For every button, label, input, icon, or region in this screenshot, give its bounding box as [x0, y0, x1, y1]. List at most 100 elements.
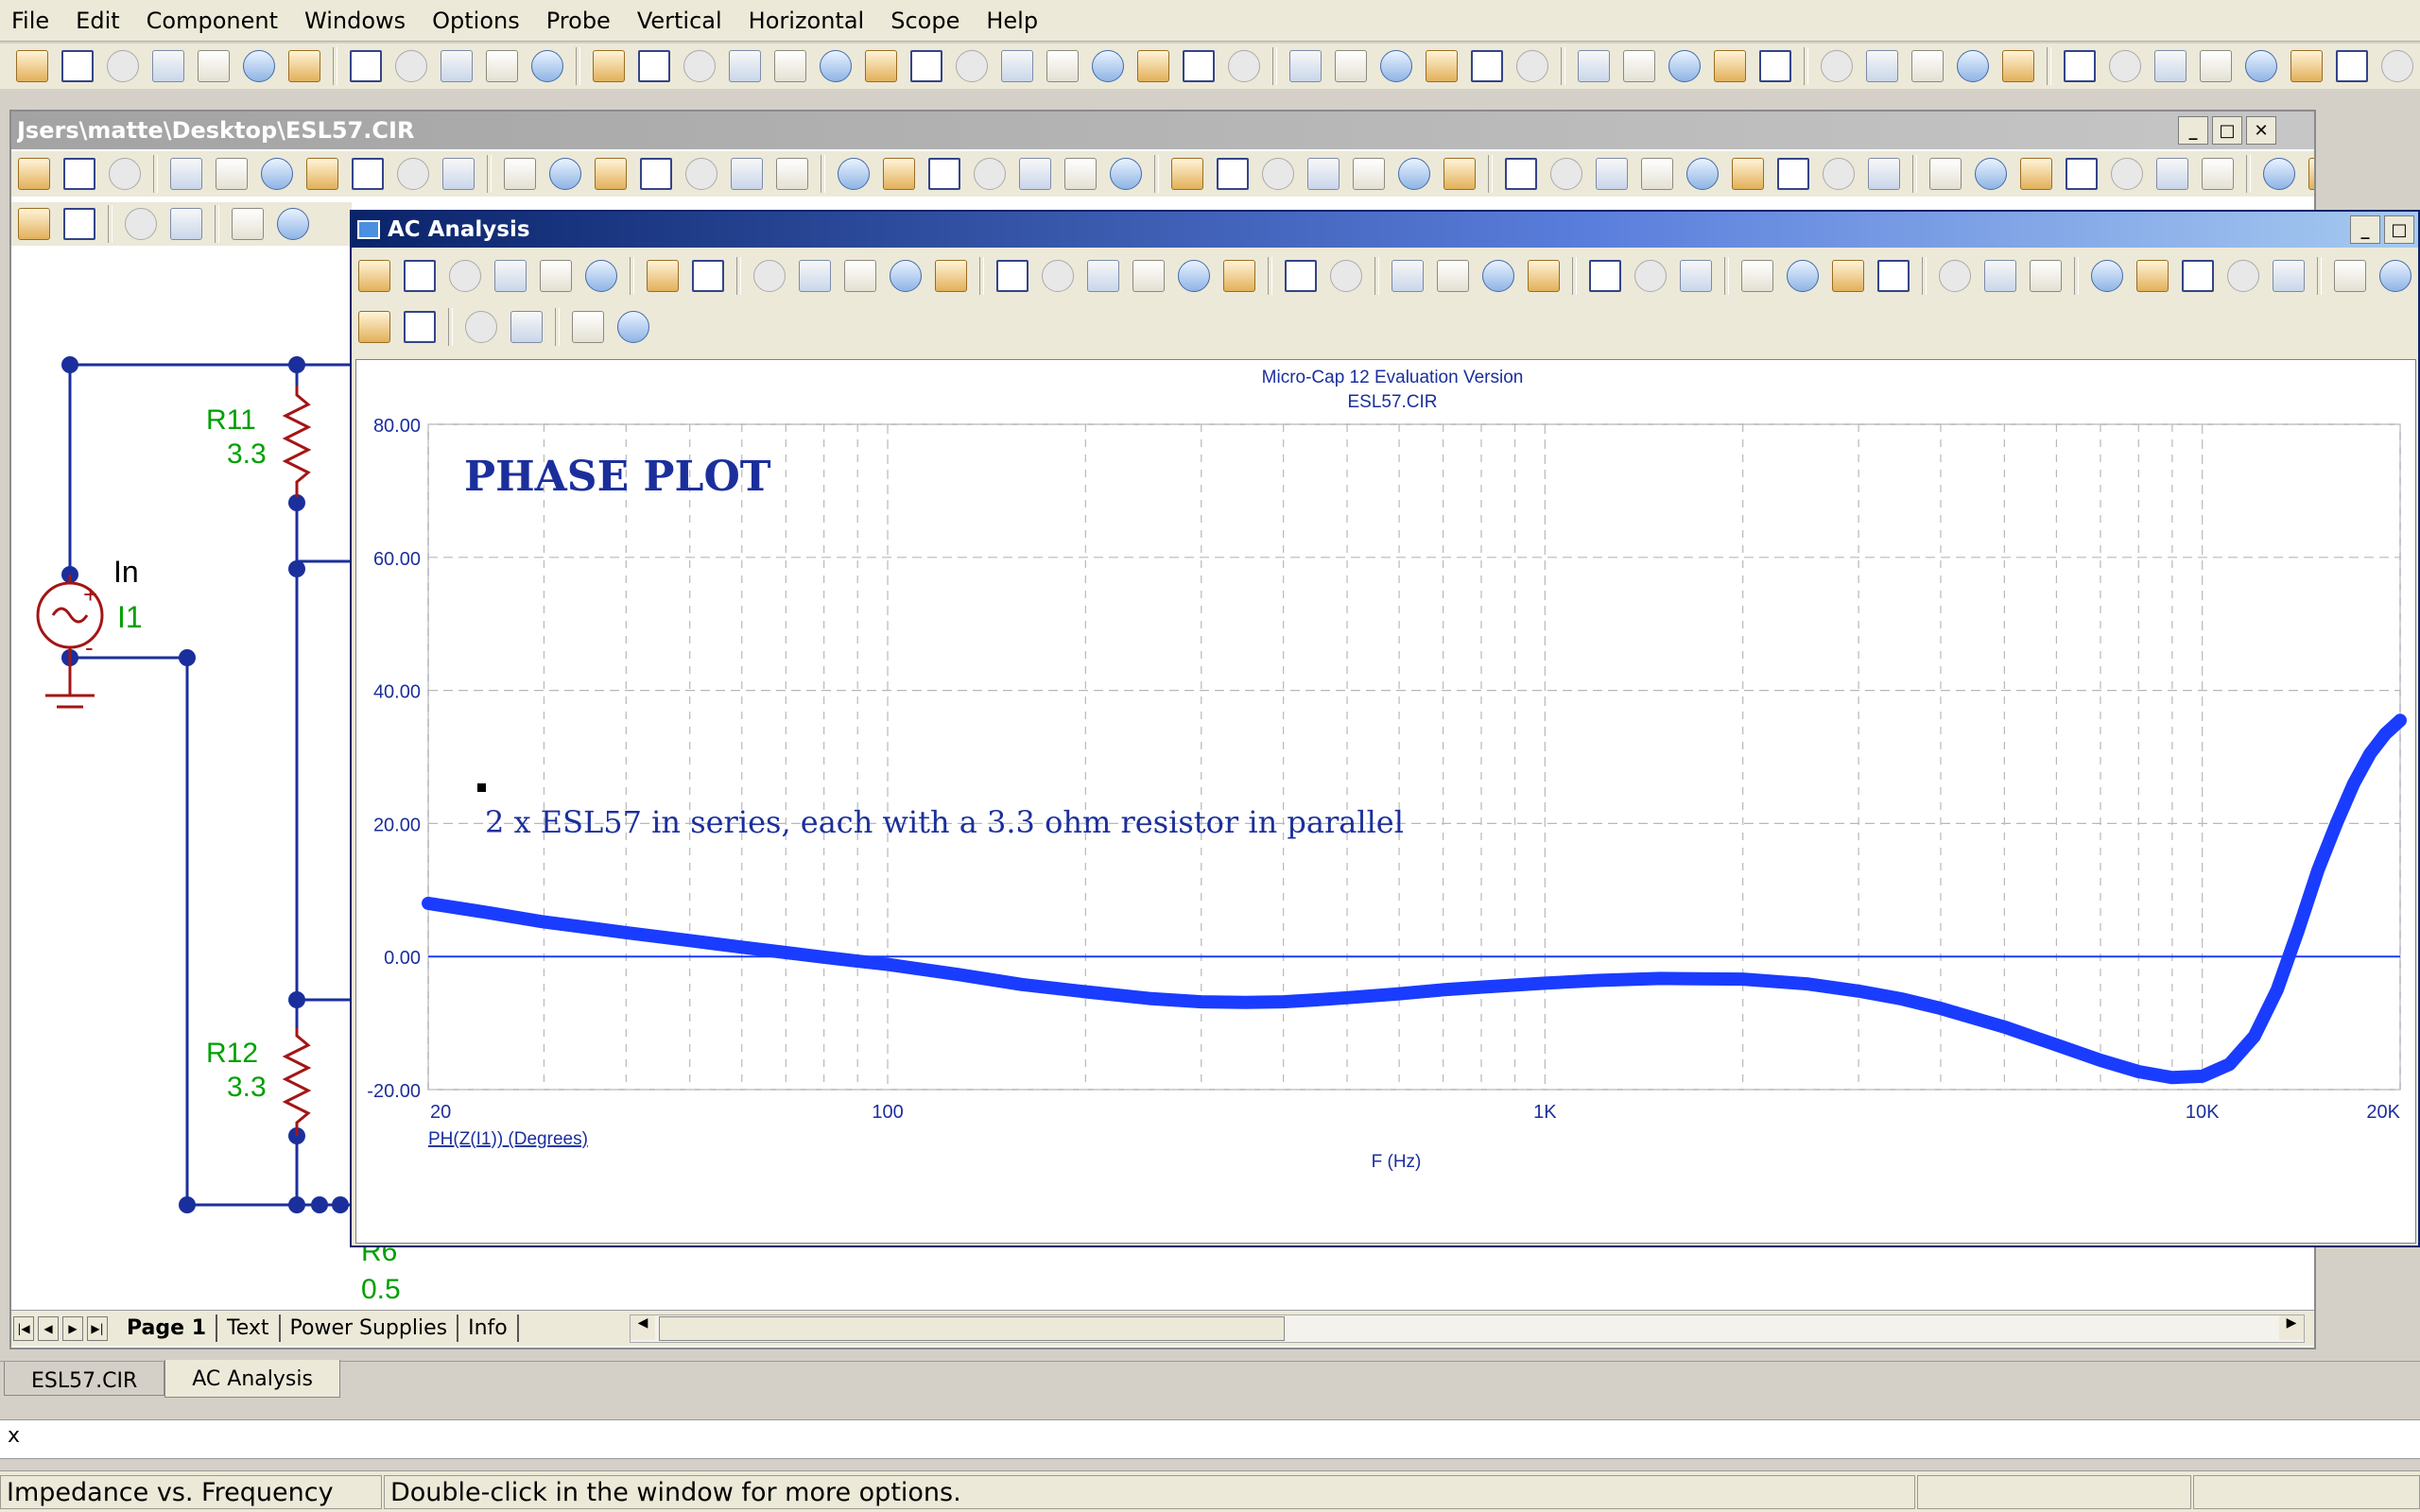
- ac-maximize-button[interactable]: □: [2384, 215, 2414, 244]
- toolbar-delete-icon[interactable]: [531, 50, 563, 82]
- schematic-cut-icon[interactable]: [2308, 158, 2314, 190]
- schematic-capacitor-icon[interactable]: [731, 158, 763, 190]
- toolbar-diode-icon[interactable]: [820, 50, 852, 82]
- toolbar-inductor-icon[interactable]: [774, 50, 806, 82]
- schematic-switch-icon[interactable]: [1019, 158, 1051, 190]
- toolbar-undo-icon[interactable]: [2200, 50, 2232, 82]
- ac-ground-icon[interactable]: [996, 260, 1028, 292]
- toolbar-ground-icon[interactable]: [638, 50, 670, 82]
- schematic-redo-icon[interactable]: [2263, 158, 2295, 190]
- ac-cascade-icon[interactable]: [1589, 260, 1621, 292]
- toolbar-redo-icon[interactable]: [350, 50, 382, 82]
- schematic-copy-icon[interactable]: [442, 158, 475, 190]
- ac-tools-icon[interactable]: [2182, 260, 2214, 292]
- menu-options[interactable]: Options: [428, 8, 524, 34]
- schematic-tile-h-icon[interactable]: [1262, 158, 1294, 190]
- page-tab-1[interactable]: Text: [217, 1314, 281, 1342]
- schematic2-preview-icon[interactable]: [232, 208, 264, 240]
- toolbar-tile-v-icon[interactable]: [1289, 50, 1322, 82]
- toolbar-preview-icon[interactable]: [2109, 50, 2141, 82]
- toolbar-undo-icon[interactable]: [288, 50, 320, 82]
- schematic-opamp-icon[interactable]: [974, 158, 1006, 190]
- menu-scope[interactable]: Scope: [887, 8, 963, 34]
- schematic-page-icon[interactable]: [1443, 158, 1476, 190]
- command-close-icon[interactable]: x: [8, 1424, 20, 1448]
- toolbar-save-icon[interactable]: [107, 50, 139, 82]
- ac-options-icon[interactable]: [2091, 260, 2123, 292]
- toolbar-page-icon[interactable]: [1426, 50, 1458, 82]
- toolbar-revert-icon[interactable]: [152, 50, 184, 82]
- toolbar-options-icon[interactable]: [1668, 50, 1701, 82]
- menu-vertical[interactable]: Vertical: [633, 8, 726, 34]
- schematic-calculator-icon[interactable]: [1398, 158, 1430, 190]
- schematic-redo-icon[interactable]: [352, 158, 384, 190]
- ac-new-icon[interactable]: [2334, 260, 2366, 292]
- toolbar-mosfet-icon[interactable]: [910, 50, 942, 82]
- schematic2-new-icon[interactable]: [18, 208, 50, 240]
- ac-paste-icon[interactable]: [844, 260, 876, 292]
- ac-opamp-icon[interactable]: [1330, 260, 1362, 292]
- menu-help[interactable]: Help: [982, 8, 1042, 34]
- toolbar-copy-icon[interactable]: [441, 50, 473, 82]
- ac-cut-icon[interactable]: [753, 260, 786, 292]
- ac-maximize-icon[interactable]: [1741, 260, 1773, 292]
- close-button[interactable]: ✕: [2246, 116, 2276, 145]
- toolbar-print-icon[interactable]: [2154, 50, 2187, 82]
- schematic-node-icon[interactable]: [1171, 158, 1203, 190]
- schematic-preview-icon[interactable]: [216, 158, 248, 190]
- schematic-revert-icon[interactable]: [170, 158, 202, 190]
- schematic-new-icon[interactable]: [1929, 158, 1962, 190]
- schematic-analysis-icon[interactable]: [1596, 158, 1628, 190]
- toolbar-calculator-icon[interactable]: [1380, 50, 1412, 82]
- schematic-print-icon[interactable]: [261, 158, 293, 190]
- phase-trace[interactable]: [422, 713, 2407, 1085]
- schematic-open-icon[interactable]: [1975, 158, 2007, 190]
- schematic2-print-icon[interactable]: [277, 208, 309, 240]
- toolbar-print-icon[interactable]: [243, 50, 275, 82]
- maximize-button[interactable]: □: [2212, 116, 2242, 145]
- schematic-open-icon[interactable]: [63, 158, 95, 190]
- schematic-globe-icon[interactable]: [1550, 158, 1582, 190]
- ac-settings-icon[interactable]: [1877, 260, 1910, 292]
- ac-revert-icon[interactable]: [494, 260, 527, 292]
- tab-prev-icon[interactable]: ◀: [38, 1315, 59, 1341]
- toolbar-paste-icon[interactable]: [486, 50, 518, 82]
- schematic-delete-icon[interactable]: [549, 158, 581, 190]
- ac-print-icon[interactable]: [585, 260, 617, 292]
- ac-mosfet-icon[interactable]: [1285, 260, 1317, 292]
- menu-file[interactable]: File: [8, 8, 53, 34]
- schematic-options-icon[interactable]: [1686, 158, 1719, 190]
- document-tab-1[interactable]: AC Analysis: [164, 1360, 340, 1398]
- toolbar-select-icon[interactable]: [593, 50, 625, 82]
- schematic-transistor-icon[interactable]: [883, 158, 915, 190]
- horizontal-scrollbar[interactable]: ◀ ▶: [630, 1314, 2305, 1343]
- tab-next-icon[interactable]: ▶: [62, 1315, 83, 1341]
- schematic-tile-v-icon[interactable]: [1307, 158, 1340, 190]
- schematic2-open-icon[interactable]: [63, 208, 95, 240]
- ac-tile-h-icon[interactable]: [1634, 260, 1667, 292]
- toolbar-preview-icon[interactable]: [198, 50, 230, 82]
- schematic-save-icon[interactable]: [109, 158, 141, 190]
- toolbar-paste-icon[interactable]: [2381, 50, 2413, 82]
- menu-windows[interactable]: Windows: [301, 8, 409, 34]
- toolbar-open-icon[interactable]: [1957, 50, 1989, 82]
- menu-edit[interactable]: Edit: [72, 8, 123, 34]
- schematic-titlebar[interactable]: Jsers\matte\Desktop\ESL57.CIR _ □ ✕: [11, 112, 2314, 149]
- schematic-battery-icon[interactable]: [1064, 158, 1097, 190]
- ac-open-icon[interactable]: [2379, 260, 2411, 292]
- schematic-inductor-icon[interactable]: [776, 158, 808, 190]
- ac-preview-icon[interactable]: [540, 260, 572, 292]
- minimize-button[interactable]: _: [2178, 116, 2208, 145]
- scroll-left-button[interactable]: ◀: [631, 1314, 655, 1340]
- ac-redo-icon[interactable]: [692, 260, 724, 292]
- schematic-settings-icon[interactable]: [1505, 158, 1537, 190]
- ac-analysis-window[interactable]: AC Analysis _ □ 80.00 60.00 40.00 20.00 0.00…: [350, 210, 2420, 1247]
- toolbar-copy-icon[interactable]: [2336, 50, 2368, 82]
- toolbar-settings-icon[interactable]: [1471, 50, 1503, 82]
- tab-first-icon[interactable]: |◀: [13, 1315, 34, 1341]
- scroll-thumb[interactable]: [659, 1315, 1285, 1341]
- schematic-paste-icon[interactable]: [504, 158, 536, 190]
- schematic-probe-icon[interactable]: [1110, 158, 1142, 190]
- ac-resistor-icon[interactable]: [1042, 260, 1074, 292]
- schematic-maximize-icon[interactable]: [1353, 158, 1385, 190]
